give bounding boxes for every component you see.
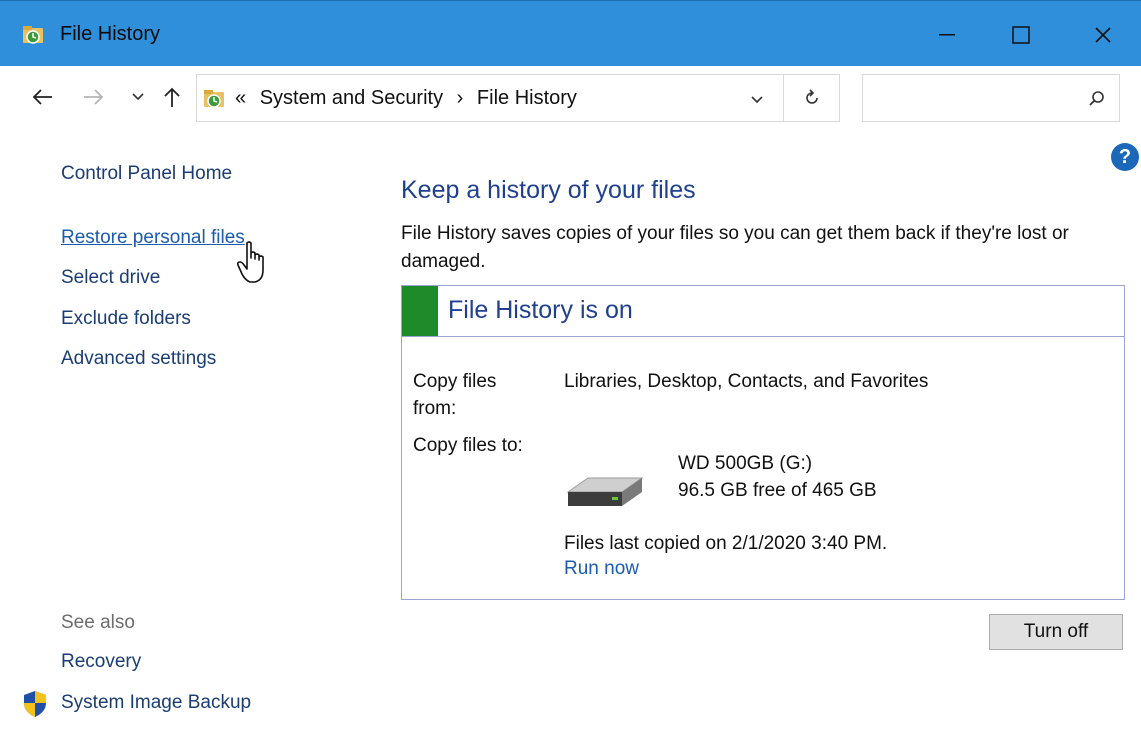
run-now-link[interactable]: Run now [564, 558, 639, 580]
forward-arrow-icon [84, 89, 104, 105]
search-input[interactable] [862, 74, 1120, 122]
recovery-link[interactable]: Recovery [61, 651, 141, 673]
advanced-settings-link[interactable]: Advanced settings [61, 348, 216, 370]
close-button[interactable] [1068, 11, 1138, 59]
breadcrumb-overflow[interactable]: « [235, 87, 246, 109]
shield-icon [24, 691, 46, 717]
up-button[interactable] [158, 82, 186, 112]
copy-from-label: Copy files from: [413, 371, 497, 419]
page-title: Keep a history of your files [401, 176, 696, 204]
file-history-icon [204, 90, 224, 108]
copy-to-label: Copy files to: [413, 435, 523, 456]
address-dropdown-button[interactable] [745, 88, 769, 112]
file-history-icon [23, 26, 43, 44]
recent-locations-button[interactable] [124, 82, 152, 112]
search-icon [1089, 91, 1104, 106]
forward-button[interactable] [80, 82, 108, 112]
navigation-bar: « System and Security › File History [0, 66, 1141, 130]
chevron-down-icon [751, 96, 763, 104]
breadcrumb-system-and-security[interactable]: System and Security [260, 87, 443, 109]
drive-space: 96.5 GB free of 465 GB [678, 480, 877, 501]
copy-from-value: Libraries, Desktop, Contacts, and Favori… [564, 371, 929, 392]
turn-off-button[interactable]: Turn off [989, 614, 1123, 650]
status-header: File History is on [402, 286, 1124, 337]
back-arrow-icon [32, 89, 52, 105]
up-arrow-icon [164, 87, 180, 107]
page-description: File History saves copies of your files … [401, 223, 1069, 272]
title-bar: File History [0, 0, 1141, 66]
maximize-button[interactable] [986, 11, 1056, 59]
chevron-down-icon [132, 93, 144, 101]
hard-drive-icon [566, 477, 644, 506]
status-title: File History is on [448, 296, 633, 324]
status-indicator [402, 286, 438, 336]
system-image-backup-link[interactable]: System Image Backup [61, 692, 251, 714]
hand-cursor-icon [236, 241, 264, 283]
breadcrumb-file-history[interactable]: File History [477, 87, 577, 109]
select-drive-link[interactable]: Select drive [61, 267, 160, 289]
status-panel: File History is on Copy files from: Libr… [401, 285, 1125, 600]
minimize-icon [939, 34, 955, 36]
minimize-button[interactable] [912, 11, 982, 59]
restore-personal-files-link[interactable]: Restore personal files [61, 227, 245, 249]
breadcrumb: « System and Security › File History [235, 87, 585, 110]
address-bar[interactable]: « System and Security › File History [196, 74, 784, 122]
control-panel-home-link[interactable]: Control Panel Home [61, 163, 232, 185]
window-title: File History [60, 23, 161, 45]
maximize-icon [1012, 26, 1030, 44]
refresh-icon [805, 89, 818, 104]
last-copied-text: Files last copied on 2/1/2020 3:40 PM. [564, 533, 888, 554]
close-icon [1095, 27, 1111, 43]
breadcrumb-separator[interactable]: › [457, 87, 464, 109]
back-button[interactable] [28, 82, 56, 112]
see-also-label: See also [61, 612, 135, 633]
help-icon[interactable]: ? [1111, 143, 1139, 171]
refresh-button[interactable] [784, 74, 840, 122]
drive-name: WD 500GB (G:) [678, 453, 813, 474]
exclude-folders-link[interactable]: Exclude folders [61, 308, 191, 330]
